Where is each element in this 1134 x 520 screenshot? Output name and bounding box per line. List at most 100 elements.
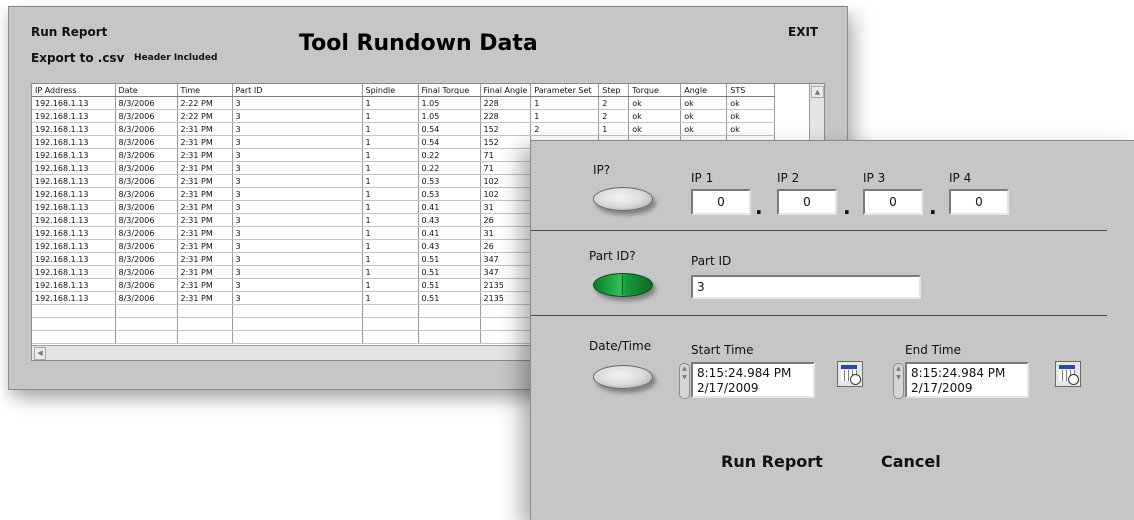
table-cell: 1 <box>362 122 419 136</box>
column-header[interactable]: Final Torque <box>418 84 481 97</box>
table-cell: 2:31 PM <box>177 148 233 162</box>
table-cell: 26 <box>480 239 532 253</box>
column-header[interactable]: STS <box>726 84 776 97</box>
table-cell: 31 <box>480 200 532 214</box>
end-time-field[interactable]: 8:15:24.984 PM 2/17/2009 <box>905 362 1029 398</box>
ip1-field[interactable]: 0 <box>691 189 751 215</box>
start-time-field[interactable]: 8:15:24.984 PM 2/17/2009 <box>691 362 815 398</box>
scroll-up-arrow-icon[interactable]: ▲ <box>811 86 824 98</box>
table-cell: 3 <box>232 96 363 110</box>
table-cell: 3 <box>232 278 363 292</box>
table-row[interactable]: 192.168.1.13 8/3/2006 2:22 PM 3 1 1.05 228 1 2 ok… <box>32 96 776 110</box>
ip4-field[interactable]: 0 <box>949 189 1009 215</box>
partid-filter-toggle[interactable] <box>593 273 653 297</box>
end-time-spinner-icon[interactable]: ▲ ▼ <box>893 363 904 399</box>
table-cell: 152 <box>480 135 532 149</box>
table-cell: 347 <box>480 265 532 279</box>
table-cell: 0.51 <box>418 252 481 266</box>
partid-field[interactable]: 3 <box>691 275 921 299</box>
table-cell: 8/3/2006 <box>115 122 178 136</box>
table-cell: 192.168.1.13 <box>32 239 116 253</box>
table-cell: 8/3/2006 <box>115 161 178 175</box>
header-included-checkbox-label[interactable]: Header Included <box>134 53 217 63</box>
table-cell: 2135 <box>480 291 532 305</box>
table-cell <box>115 304 178 318</box>
table-cell: 2 <box>530 122 600 136</box>
page-title: Tool Rundown Data <box>299 31 538 56</box>
column-header[interactable]: Torque <box>628 84 682 97</box>
table-cell: 0.43 <box>418 213 481 227</box>
column-header[interactable]: Part ID <box>232 84 363 97</box>
table-cell: 192.168.1.13 <box>32 278 116 292</box>
table-cell: 1 <box>362 148 419 162</box>
column-header[interactable]: IP Address <box>32 84 116 97</box>
table-cell: 1.05 <box>418 96 481 110</box>
table-cell: 192.168.1.13 <box>32 213 116 227</box>
table-cell: 1 <box>362 252 419 266</box>
table-cell: 192.168.1.13 <box>32 109 116 123</box>
start-time-spinner-icon[interactable]: ▲ ▼ <box>679 363 690 399</box>
column-header[interactable]: Final Angle <box>480 84 532 97</box>
table-cell: ok <box>726 96 776 110</box>
column-header[interactable]: Spindle <box>362 84 419 97</box>
start-date-value: 2/17/2009 <box>697 381 759 395</box>
table-cell: 8/3/2006 <box>115 148 178 162</box>
table-cell <box>232 330 363 344</box>
table-cell: 228 <box>480 109 532 123</box>
table-cell: 8/3/2006 <box>115 96 178 110</box>
table-cell <box>480 304 532 318</box>
ip2-field[interactable]: 0 <box>777 189 837 215</box>
column-header[interactable]: Step <box>598 84 630 97</box>
table-cell: 1 <box>362 278 419 292</box>
table-header-row: IP Address Date Time Part ID Spindle Final To… <box>32 84 776 97</box>
table-cell: 0.43 <box>418 239 481 253</box>
table-cell: 192.168.1.13 <box>32 252 116 266</box>
export-csv-button[interactable]: Export to .csv <box>31 51 124 65</box>
scroll-left-arrow-icon[interactable]: ◀ <box>34 347 46 360</box>
table-cell: 2:31 PM <box>177 265 233 279</box>
table-cell: 1 <box>362 109 419 123</box>
ip3-field[interactable]: 0 <box>863 189 923 215</box>
table-cell: 3 <box>232 291 363 305</box>
table-cell: 31 <box>480 226 532 240</box>
table-cell: 3 <box>232 187 363 201</box>
ip-filter-toggle[interactable] <box>593 187 653 211</box>
exit-button[interactable]: EXIT <box>788 25 818 39</box>
table-cell: 1 <box>362 187 419 201</box>
column-header[interactable]: Time <box>177 84 233 97</box>
table-cell <box>480 317 532 331</box>
table-cell: 1 <box>362 96 419 110</box>
table-row[interactable]: 192.168.1.13 8/3/2006 2:22 PM 3 1 1.05 228 1 2 ok… <box>32 109 776 123</box>
dialog-cancel-button[interactable]: Cancel <box>881 452 941 471</box>
table-cell: 192.168.1.13 <box>32 96 116 110</box>
dialog-run-report-button[interactable]: Run Report <box>721 452 823 471</box>
table-cell: 1.05 <box>418 109 481 123</box>
calendar-clock-icon[interactable] <box>837 361 863 387</box>
calendar-clock-icon[interactable] <box>1055 361 1081 387</box>
table-cell: 3 <box>232 226 363 240</box>
table-cell: 0.41 <box>418 226 481 240</box>
table-cell: 228 <box>480 96 532 110</box>
table-cell: 2:22 PM <box>177 109 233 123</box>
partid-filter-label: Part ID? <box>589 249 636 263</box>
table-cell: 2:31 PM <box>177 200 233 214</box>
table-cell: 1 <box>362 213 419 227</box>
column-header[interactable]: Angle <box>680 84 728 97</box>
table-cell: 3 <box>232 135 363 149</box>
table-cell: 3 <box>232 252 363 266</box>
table-row[interactable]: 192.168.1.13 8/3/2006 2:31 PM 3 1 0.54 152 2 1 ok… <box>32 122 776 136</box>
table-cell: ok <box>680 109 728 123</box>
table-cell: ok <box>726 122 776 136</box>
table-cell: 2:31 PM <box>177 239 233 253</box>
table-cell <box>32 304 116 318</box>
table-cell: 8/3/2006 <box>115 200 178 214</box>
table-cell: 1 <box>362 174 419 188</box>
column-header[interactable]: Parameter Set <box>530 84 600 97</box>
table-cell: 2:31 PM <box>177 135 233 149</box>
run-report-button[interactable]: Run Report <box>31 25 107 39</box>
table-cell: 1 <box>530 96 600 110</box>
datetime-filter-toggle[interactable] <box>593 365 653 389</box>
end-time-label: End Time <box>905 343 961 357</box>
column-header[interactable]: Date <box>115 84 178 97</box>
table-cell <box>177 330 233 344</box>
